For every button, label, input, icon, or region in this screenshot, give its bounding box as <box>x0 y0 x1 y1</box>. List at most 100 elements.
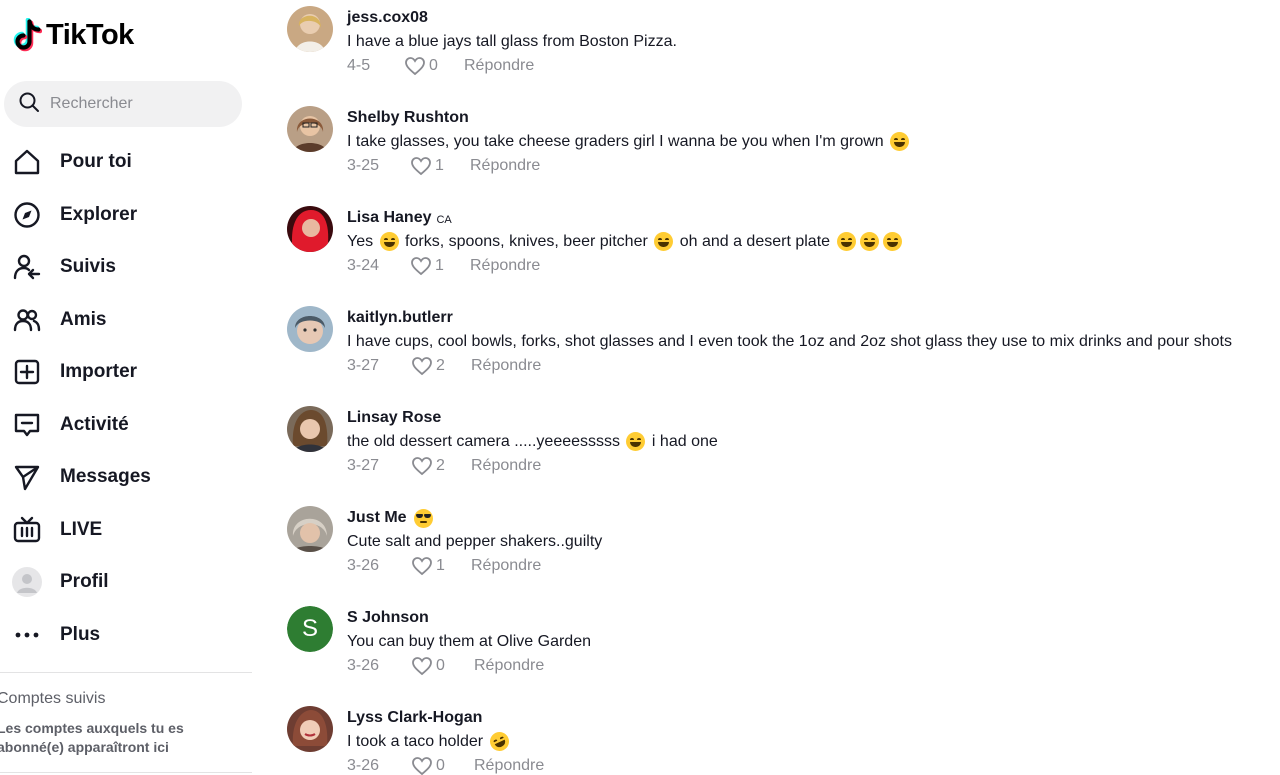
like-button[interactable]: 1 <box>410 256 470 276</box>
nav-label: Suivis <box>60 256 116 278</box>
search-icon <box>18 91 40 118</box>
comment-text: the old dessert camera .....yeeeesssss i… <box>347 432 718 451</box>
reply-button[interactable]: Répondre <box>474 757 544 775</box>
comment-username[interactable]: Linsay Rose <box>347 408 718 428</box>
main-nav: Pour toi Explorer Suivis Amis Importer A… <box>0 136 258 661</box>
avatar-letter: S <box>287 606 333 652</box>
like-count: 0 <box>436 657 445 674</box>
nav-label: LIVE <box>60 518 103 540</box>
avatar[interactable] <box>287 206 333 252</box>
nav-item-live[interactable]: LIVE <box>0 504 258 557</box>
comment-username[interactable]: Shelby Rushton <box>347 108 911 128</box>
laughing-emoji-icon <box>379 232 399 251</box>
like-count: 1 <box>435 157 444 174</box>
avatar[interactable] <box>287 6 333 52</box>
like-count: 2 <box>436 457 445 474</box>
nav-item-following[interactable]: Suivis <box>0 241 258 294</box>
reply-button[interactable]: Répondre <box>470 257 540 275</box>
comment-item: kaitlyn.butlerr I have cups, cool bowls,… <box>286 300 1280 390</box>
nav-label: Amis <box>60 308 107 330</box>
comment-item: S S Johnson You can buy them at Olive Ga… <box>286 600 1280 690</box>
nav-item-for-you[interactable]: Pour toi <box>0 136 258 189</box>
avatar[interactable]: S <box>287 606 333 652</box>
comment-text: I take glasses, you take cheese graders … <box>347 131 911 152</box>
nav-item-profile[interactable]: Profil <box>0 556 258 609</box>
comment-username[interactable]: Just Me <box>347 508 602 528</box>
nav-label: Activité <box>60 413 129 435</box>
comment-item: Shelby Rushton I take glasses, you take … <box>286 100 1280 190</box>
heart-icon <box>412 357 432 376</box>
comment-meta: 4-5 0 Répondre <box>347 55 677 77</box>
comment-body: jess.cox08 I have a blue jays tall glass… <box>347 8 677 77</box>
like-button[interactable]: 2 <box>411 356 471 376</box>
comment-body: Linsay Rose the old dessert camera .....… <box>347 408 718 477</box>
comment-meta: 3-26 0 Répondre <box>347 755 544 775</box>
laughing-emoji-icon <box>859 232 879 251</box>
comment-username[interactable]: S Johnson <box>347 608 591 628</box>
user-follow-icon <box>12 252 42 282</box>
comment-body: Lisa Haney CA Yes forks, spoons, knives, … <box>347 208 904 277</box>
like-count: 2 <box>436 357 445 374</box>
like-button[interactable]: 0 <box>411 656 474 676</box>
comment-date: 3-27 <box>347 357 380 374</box>
nav-label: Profil <box>60 571 109 593</box>
like-count: 0 <box>436 757 445 774</box>
comment-date: 4-5 <box>347 57 371 74</box>
comment-username[interactable]: jess.cox08 <box>347 8 677 28</box>
reply-button[interactable]: Répondre <box>474 657 544 675</box>
reply-button[interactable]: Répondre <box>471 557 541 575</box>
comment-text: I have cups, cool bowls, forks, shot gla… <box>347 332 1232 350</box>
search-input[interactable] <box>50 95 220 113</box>
avatar[interactable] <box>287 706 333 752</box>
avatar[interactable] <box>287 506 333 552</box>
following-description: Les comptes auxquels tu es abonné(e) app… <box>0 720 184 755</box>
home-icon <box>12 147 42 177</box>
comment-body: S Johnson You can buy them at Olive Gard… <box>347 608 591 677</box>
like-button[interactable]: 2 <box>411 456 471 476</box>
nav-item-explore[interactable]: Explorer <box>0 189 258 242</box>
nav-label: Plus <box>60 623 101 645</box>
reply-button[interactable]: Répondre <box>471 457 541 475</box>
reply-button[interactable]: Répondre <box>464 57 534 75</box>
heart-icon <box>405 57 425 76</box>
comment-date: 3-24 <box>347 257 380 274</box>
sidebar-divider <box>0 772 252 773</box>
heart-icon <box>412 557 432 576</box>
avatar[interactable] <box>287 406 333 452</box>
laughing-emoji-icon <box>654 232 674 251</box>
nav-item-upload[interactable]: Importer <box>0 346 258 399</box>
laughing-emoji-icon <box>890 132 910 151</box>
comment-text: Yes forks, spoons, knives, beer pitcher … <box>347 231 904 252</box>
nav-item-activity[interactable]: Activité <box>0 399 258 452</box>
comment-username[interactable]: Lisa Haney CA <box>347 208 904 228</box>
nav-item-messages[interactable]: Messages <box>0 451 258 504</box>
like-count: 1 <box>436 557 445 574</box>
avatar[interactable] <box>287 106 333 152</box>
comment-date: 3-25 <box>347 157 380 174</box>
comment-date: 3-26 <box>347 757 380 774</box>
comment-item: jess.cox08 I have a blue jays tall glass… <box>286 0 1280 90</box>
comment-username[interactable]: kaitlyn.butlerr <box>347 308 1232 328</box>
reply-button[interactable]: Répondre <box>471 357 541 375</box>
heart-icon <box>412 657 432 676</box>
like-button[interactable]: 0 <box>411 756 474 775</box>
nav-item-more[interactable]: Plus <box>0 609 258 662</box>
comment-meta: 3-25 1 Répondre <box>347 155 911 177</box>
like-button[interactable]: 1 <box>410 156 470 176</box>
sidebar: TikTok Pour toi Explorer Suivis Amis Imp… <box>0 0 258 775</box>
avatar[interactable] <box>287 306 333 352</box>
like-count: 0 <box>429 57 438 74</box>
comment-date: 3-26 <box>347 657 380 674</box>
search-bar[interactable] <box>4 81 242 127</box>
tiktok-logo[interactable]: TikTok <box>12 17 134 52</box>
reply-button[interactable]: Répondre <box>470 157 540 175</box>
nav-label: Importer <box>60 361 138 383</box>
laughing-emoji-icon <box>882 232 902 251</box>
nav-item-friends[interactable]: Amis <box>0 294 258 347</box>
comment-username[interactable]: Lyss Clark-Hogan <box>347 708 544 728</box>
comment-text: You can buy them at Olive Garden <box>347 632 591 650</box>
comment-meta: 3-24 1 Répondre <box>347 255 904 277</box>
like-button[interactable]: 0 <box>404 56 464 76</box>
comment-meta: 3-26 1 Répondre <box>347 555 602 577</box>
like-button[interactable]: 1 <box>411 556 471 576</box>
